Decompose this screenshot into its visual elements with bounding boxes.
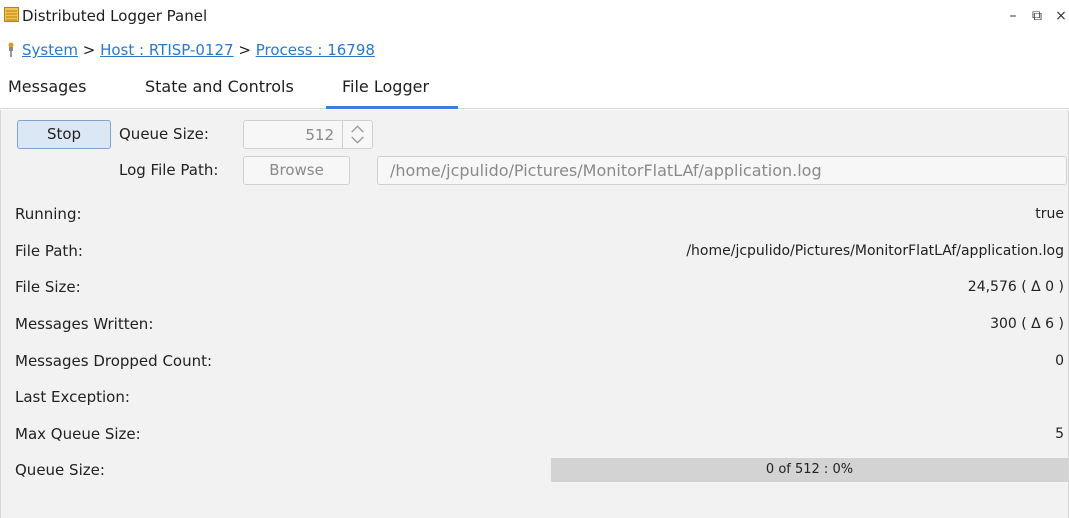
restore-button[interactable]: ⧉	[1026, 6, 1048, 26]
last-exception-label: Last Exception:	[15, 388, 130, 406]
breadcrumb-process[interactable]: Process : 16798	[256, 41, 375, 59]
messages-dropped-label: Messages Dropped Count:	[15, 352, 213, 370]
max-queue-size-value: 5	[1055, 426, 1064, 442]
pin-icon	[8, 42, 14, 57]
queue-size-label: Queue Size:	[119, 125, 209, 143]
tab-messages[interactable]: Messages	[8, 76, 86, 109]
breadcrumb: System > Host : RTISP-0127 > Process : 1…	[0, 38, 1069, 62]
close-button[interactable]: ×	[1050, 6, 1069, 26]
max-queue-size-label: Max Queue Size:	[15, 425, 141, 443]
queue-size-value: 512	[305, 126, 334, 144]
queue-size-row-label: Queue Size:	[15, 461, 105, 479]
log-file-path-field[interactable]: /home/jcpulido/Pictures/MonitorFlatLAf/a…	[377, 156, 1067, 185]
file-size-value: 24,576 ( Δ 0 )	[967, 279, 1064, 295]
title-bar: Distributed Logger Panel – ⧉ ×	[0, 0, 1069, 32]
file-logger-panel: Stop Queue Size: 512 Log File Path: Brow…	[0, 110, 1069, 518]
running-value: true	[1035, 206, 1064, 222]
messages-dropped-value: 0	[1055, 353, 1064, 369]
file-path-label: File Path:	[15, 242, 83, 260]
tab-bar: Messages State and Controls File Logger	[0, 68, 1069, 109]
log-file-path-label: Log File Path:	[119, 161, 219, 179]
messages-written-label: Messages Written:	[15, 315, 154, 333]
file-path-value: /home/jcpulido/Pictures/MonitorFlatLAf/a…	[686, 243, 1064, 259]
queue-progress-text: 0 of 512 : 0%	[765, 462, 854, 477]
file-size-label: File Size:	[15, 278, 81, 296]
stop-button[interactable]: Stop	[17, 120, 111, 149]
breadcrumb-separator: >	[238, 41, 251, 59]
messages-written-value: 300 ( Δ 6 )	[990, 316, 1064, 332]
queue-size-spinner[interactable]: 512	[243, 120, 373, 149]
tab-file-logger[interactable]: File Logger	[326, 76, 458, 109]
browse-button[interactable]: Browse	[243, 156, 350, 185]
minimize-button[interactable]: –	[1002, 6, 1024, 26]
breadcrumb-host[interactable]: Host : RTISP-0127	[100, 41, 233, 59]
queue-progress-bar: 0 of 512 : 0%	[551, 458, 1068, 482]
spinner-arrows-icon[interactable]	[342, 121, 372, 148]
breadcrumb-separator: >	[82, 41, 96, 59]
window-title: Distributed Logger Panel	[22, 7, 208, 25]
running-label: Running:	[15, 205, 82, 223]
app-icon	[4, 7, 19, 22]
breadcrumb-system[interactable]: System	[22, 41, 78, 59]
tab-state-and-controls[interactable]: State and Controls	[145, 76, 294, 109]
